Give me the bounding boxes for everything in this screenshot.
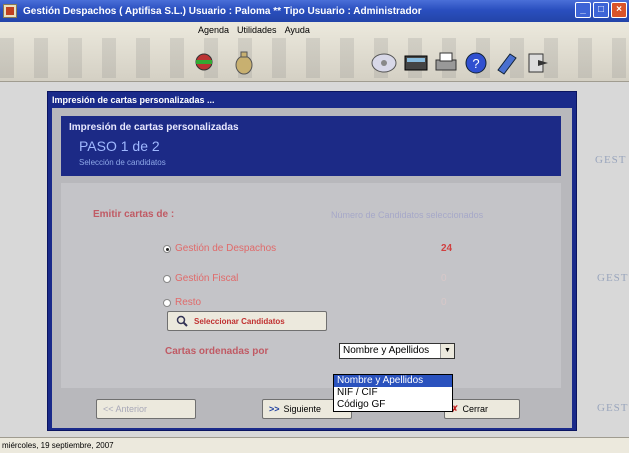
count-value: 0 <box>441 297 447 308</box>
count-value: 24 <box>441 243 453 254</box>
count-label: Número de Candidatos seleccionados <box>331 210 484 220</box>
status-bar: miércoles, 19 septiembre, 2007 <box>0 437 629 453</box>
selection-panel: Emitir cartas de : Número de Candidatos … <box>61 183 561 388</box>
watermark-text: GEST <box>597 402 629 414</box>
select-candidates-label: Seleccionar Candidatos <box>194 316 285 326</box>
radio-button[interactable] <box>163 244 171 253</box>
calculator-icon[interactable] <box>402 48 430 76</box>
help-icon[interactable]: ? <box>462 48 490 76</box>
exit-icon[interactable] <box>524 48 552 76</box>
close-label: Cerrar <box>462 404 489 414</box>
magnifier-icon <box>176 315 188 327</box>
svg-text:?: ? <box>472 56 479 71</box>
next-label: Siguiente <box>283 404 322 414</box>
chevron-down-icon[interactable]: ▼ <box>440 344 454 358</box>
window-controls: _ □ × <box>575 2 627 18</box>
banner-title: Impresión de cartas personalizadas <box>69 122 239 133</box>
radio-gestion-despachos[interactable]: Gestión de Despachos <box>163 243 276 254</box>
cd-icon[interactable] <box>370 48 398 76</box>
menu-bar: Agenda Utilidades Ayuda <box>198 25 310 35</box>
dropdown-option[interactable]: Nombre y Apellidos <box>334 375 452 387</box>
radio-button[interactable] <box>163 274 171 283</box>
banner-step: PASO 1 de 2 <box>79 138 160 154</box>
maximize-button[interactable]: □ <box>593 2 609 18</box>
watermark-text: GEST <box>597 272 629 284</box>
dialog-body: Impresión de cartas personalizadas PASO … <box>52 108 572 428</box>
tools-icon[interactable] <box>190 48 218 76</box>
emit-label: Emitir cartas de : <box>93 209 175 220</box>
dropdown-option[interactable]: NIF / CIF <box>334 387 452 399</box>
minimize-button[interactable]: _ <box>575 2 591 18</box>
window-title: Gestión Despachos ( Aptifisa S.L.) Usuar… <box>23 5 422 17</box>
window-title-bar: Gestión Despachos ( Aptifisa S.L.) Usuar… <box>0 0 629 22</box>
banner-subtitle: Selección de candidatos <box>79 158 166 167</box>
close-button[interactable]: ✗ Cerrar <box>444 399 520 419</box>
order-select-value: Nombre y Apellidos <box>343 345 430 356</box>
order-select[interactable]: Nombre y Apellidos ▼ <box>339 343 455 359</box>
order-dropdown-list: Nombre y Apellidos NIF / CIF Código GF <box>333 374 453 412</box>
app-icon <box>3 4 17 18</box>
radio-label: Resto <box>175 297 202 308</box>
dialog-title: Impresión de cartas personalizadas ... <box>52 95 215 105</box>
money-bag-icon[interactable] <box>230 48 258 76</box>
wizard-banner: Impresión de cartas personalizadas PASO … <box>61 116 561 176</box>
order-label: Cartas ordenadas por <box>165 346 269 357</box>
count-value: 0 <box>441 273 447 284</box>
radio-label: Gestión Fiscal <box>175 273 239 284</box>
menu-ayuda[interactable]: Ayuda <box>285 25 310 35</box>
close-window-button[interactable]: × <box>611 2 627 18</box>
double-chevron-right-icon: >> <box>269 404 280 414</box>
printer-icon[interactable] <box>432 48 460 76</box>
menu-toolbar-area: Agenda Utilidades Ayuda ? <box>0 22 629 82</box>
radio-resto[interactable]: Resto <box>163 297 201 308</box>
status-date: miércoles, 19 septiembre, 2007 <box>2 441 114 450</box>
menu-utilidades[interactable]: Utilidades <box>237 25 277 35</box>
radio-gestion-fiscal[interactable]: Gestión Fiscal <box>163 273 238 284</box>
previous-label: << Anterior <box>103 404 148 414</box>
select-candidates-button[interactable]: Seleccionar Candidatos <box>167 311 327 331</box>
radio-button[interactable] <box>163 298 171 307</box>
dropdown-option[interactable]: Código GF <box>334 399 452 411</box>
radio-label: Gestión de Despachos <box>175 243 277 254</box>
menu-agenda[interactable]: Agenda <box>198 25 229 35</box>
notebook-icon[interactable] <box>492 48 520 76</box>
previous-button[interactable]: << Anterior <box>96 399 196 419</box>
print-letters-dialog: Impresión de cartas personalizadas ... I… <box>47 91 577 431</box>
watermark-text: GEST <box>595 154 627 166</box>
